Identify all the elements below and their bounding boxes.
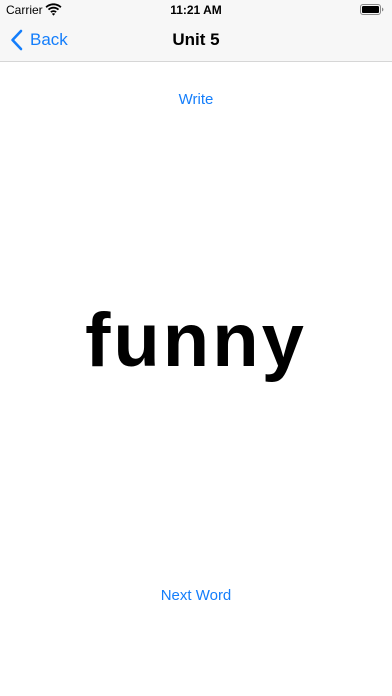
app-screen: Carrier 11:21 AM Back Unit 5 Write funny… [0,0,392,696]
status-bar: Carrier 11:21 AM [0,0,392,20]
status-time: 11:21 AM [170,3,222,17]
page-title: Unit 5 [172,30,220,49]
navigation-bar: Back Unit 5 [0,20,392,62]
flashcard-word: funny [85,298,307,383]
next-word-button[interactable]: Next Word [0,587,392,605]
battery-icon [360,4,384,15]
write-button[interactable]: Write [0,91,392,109]
